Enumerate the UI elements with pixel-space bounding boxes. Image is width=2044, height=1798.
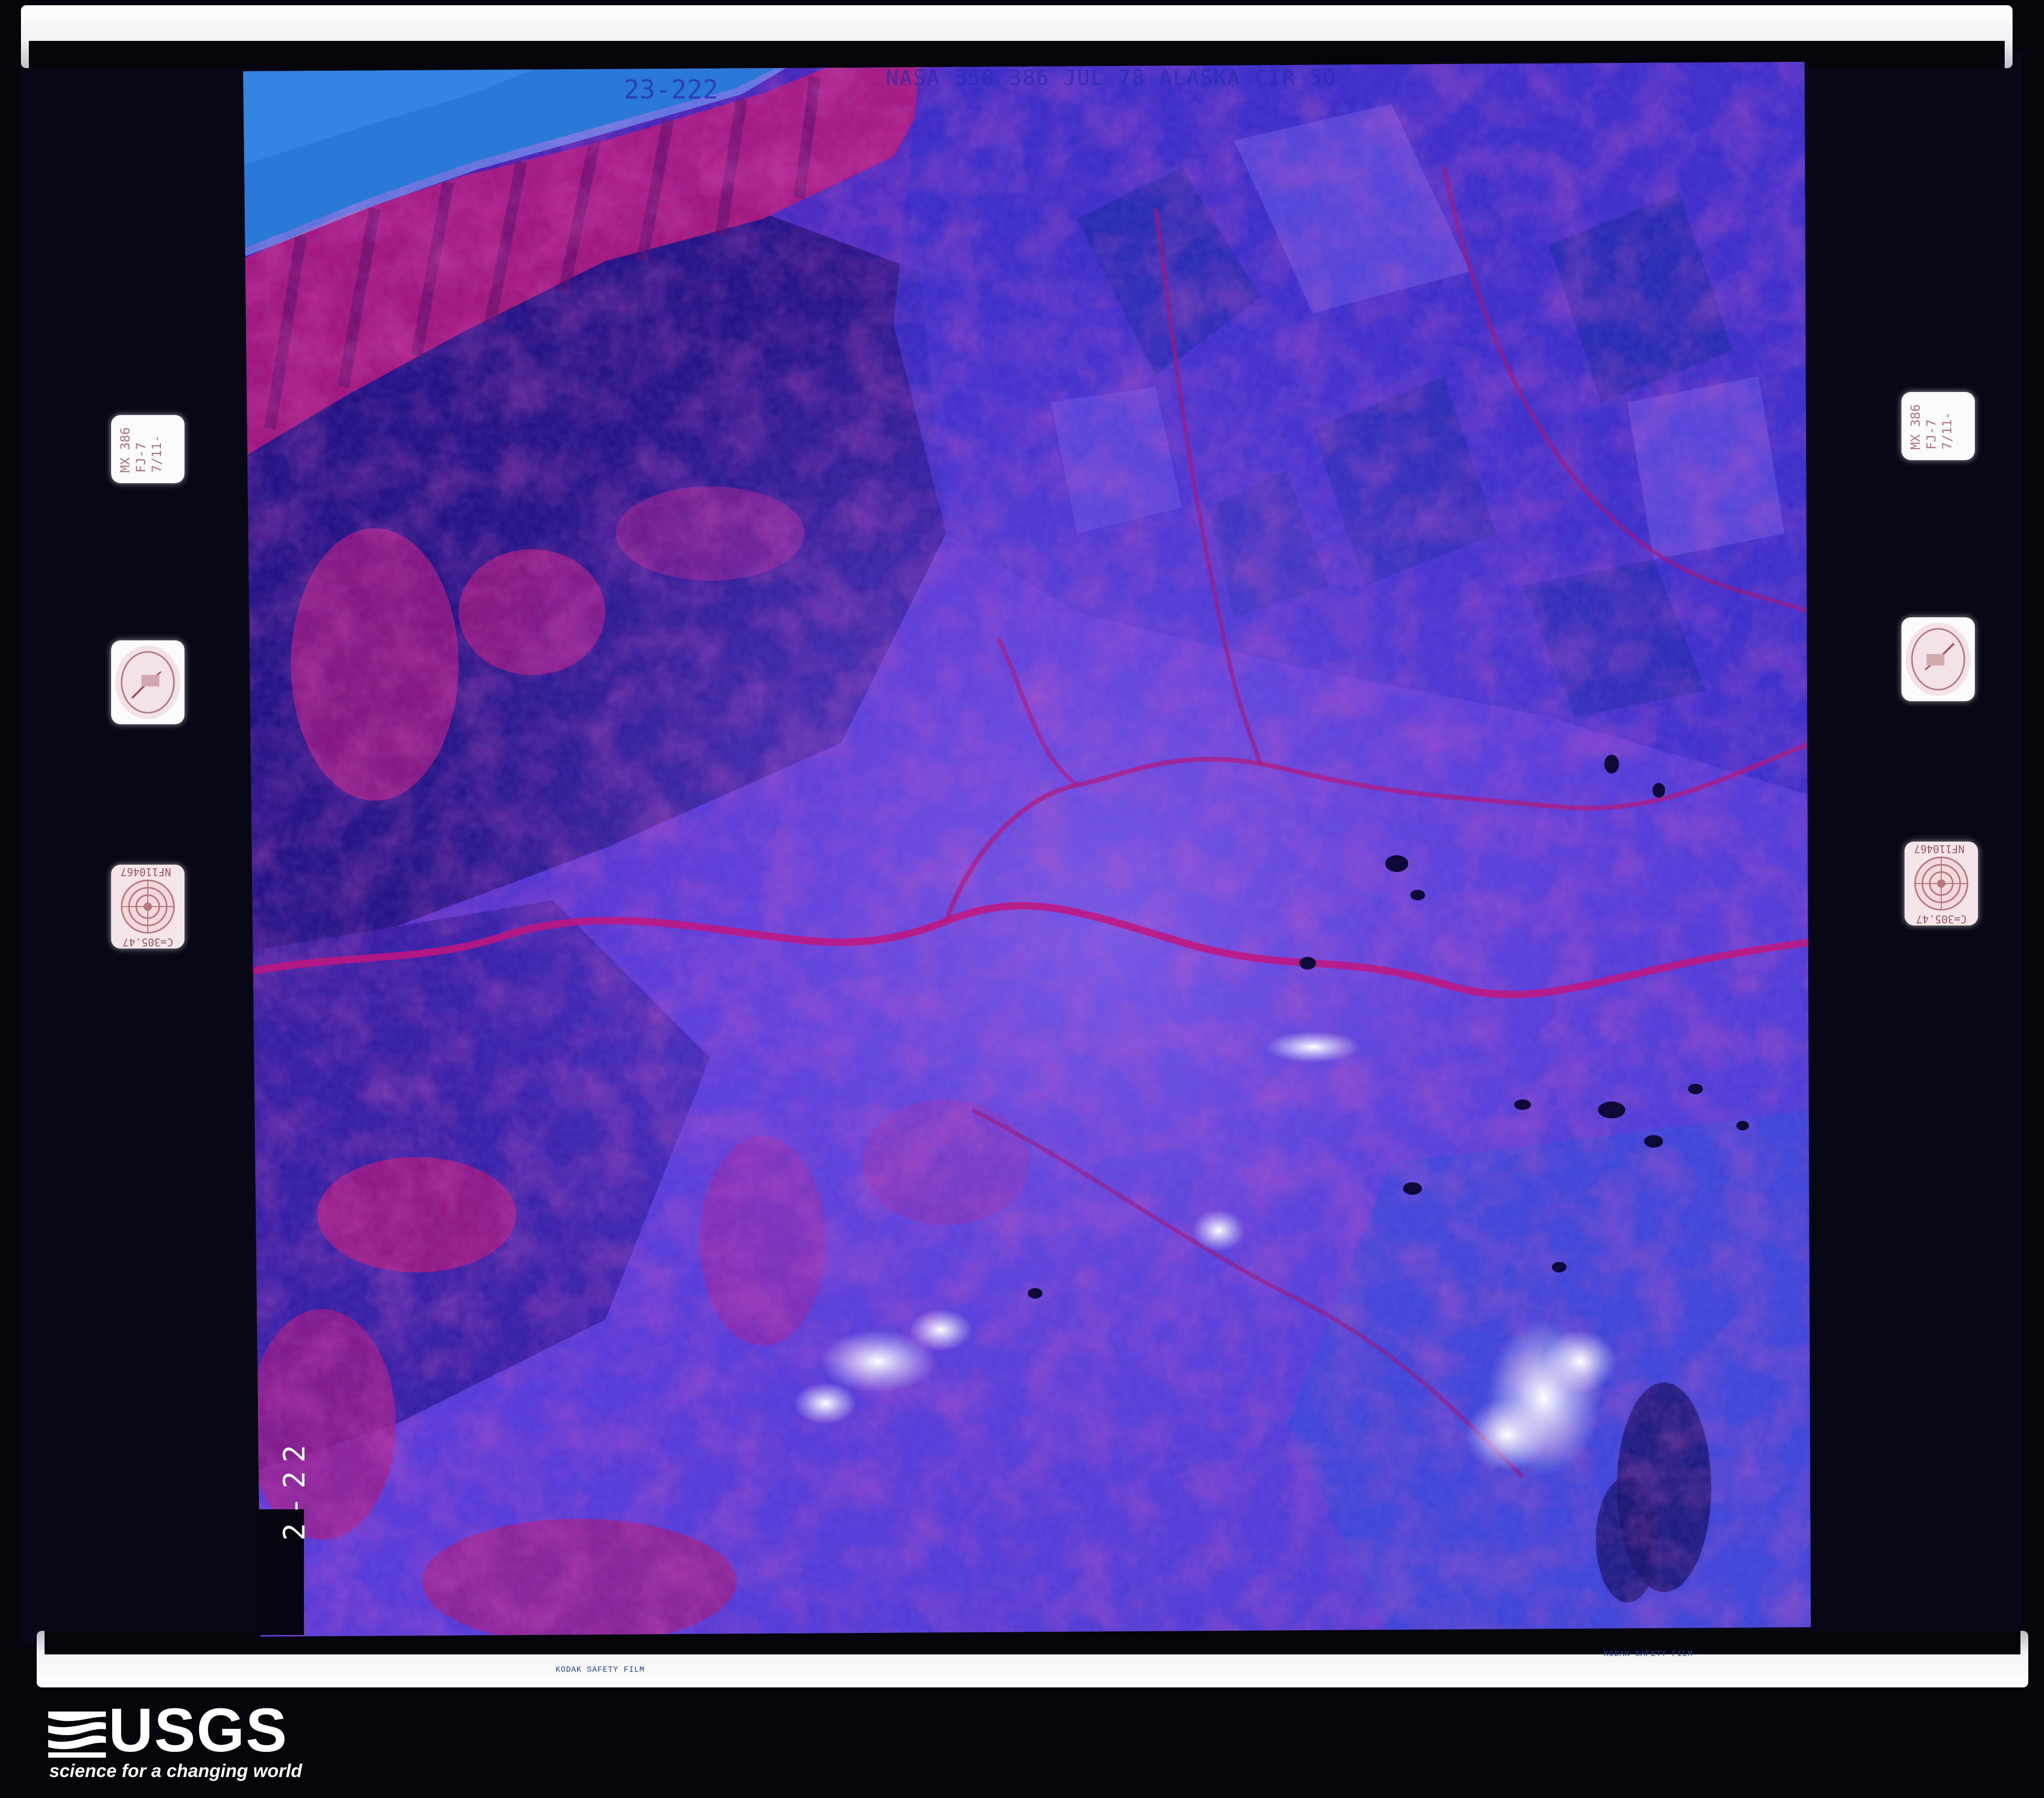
usgs-wordmark: USGS: [108, 1696, 288, 1765]
right-lens-serial: NF110467: [1914, 843, 1965, 855]
right-lens-focal: C=305.47: [1916, 913, 1967, 925]
terrain-image: [243, 62, 1811, 1637]
film-edge-text-right: KODAK SAFETY FILM: [1604, 1650, 1693, 1659]
right-note-panel: MX 386 FJ-7 7/11-: [1901, 392, 1975, 460]
usgs-wave-icon: [48, 1706, 106, 1758]
left-note-text: MX 386 FJ-7 7/11-: [118, 427, 164, 473]
left-clock-panel: [111, 640, 184, 724]
film-edge-text-left: KODAK SAFETY FILM: [556, 1665, 645, 1674]
left-lens-focal: C=305.47: [123, 936, 173, 949]
clock-icon: [1906, 623, 1971, 696]
right-note-text: MX 386 FJ-7 7/11-: [1908, 404, 1954, 450]
left-lens-panel: NF110467 C=305.47: [111, 865, 184, 949]
clock-icon: [115, 646, 180, 719]
left-lens-serial: NF110467: [121, 866, 171, 878]
left-note-panel: MX 386 FJ-7 7/11-: [111, 415, 184, 483]
right-lens-panel: NF110467 C=305.47: [1905, 842, 1978, 925]
aerial-photo: [243, 62, 1811, 1637]
usgs-logo: USGS science for a changing world: [48, 1696, 302, 1791]
side-frame-number: 2-22: [257, 1436, 312, 1635]
film-strip: KODAK SAFETY FILM KODAK SAFETY FILM MX 3…: [0, 0, 2044, 1798]
usgs-tagline: science for a changing world: [49, 1761, 302, 1781]
side-frame-number-text: 2-22: [278, 1436, 312, 1541]
mission-label: NASA 350 386 JUL 78 ALASKA CIR 50: [886, 66, 1337, 90]
right-clock-panel: [1901, 617, 1975, 701]
frame-label: 23-222: [624, 74, 719, 105]
